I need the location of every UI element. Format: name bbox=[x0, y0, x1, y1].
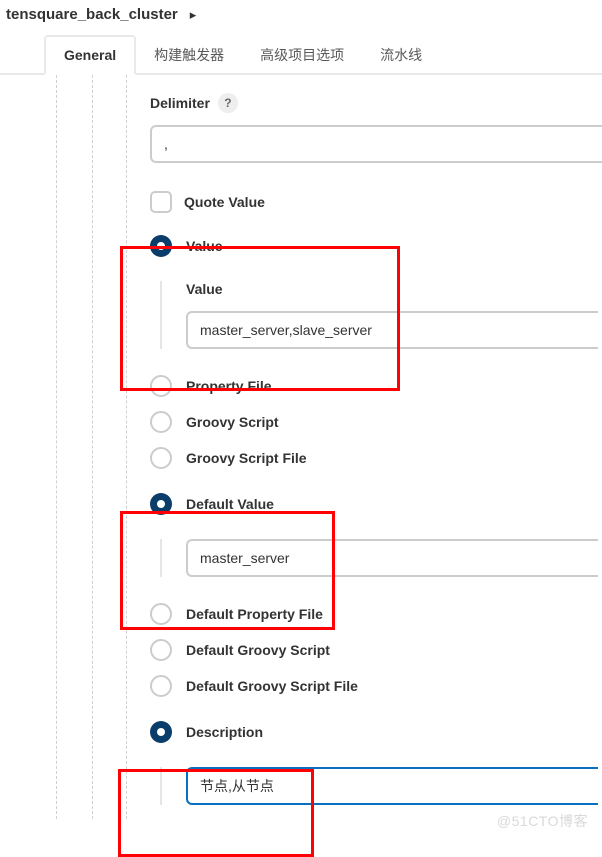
form-content: Delimiter ? Quote Value Value Value Prop… bbox=[0, 75, 602, 819]
radio-unchecked-icon[interactable] bbox=[150, 375, 172, 397]
radio-default-property-file[interactable]: Default Property File bbox=[150, 601, 602, 627]
radio-property-file[interactable]: Property File bbox=[150, 373, 602, 399]
radio-unchecked-icon[interactable] bbox=[150, 603, 172, 625]
value-input[interactable] bbox=[186, 311, 598, 349]
radio-default-groovy-script[interactable]: Default Groovy Script bbox=[150, 637, 602, 663]
delimiter-label: Delimiter bbox=[150, 95, 210, 111]
quote-value-row[interactable]: Quote Value bbox=[150, 191, 602, 213]
radio-groovy-script-file[interactable]: Groovy Script File bbox=[150, 445, 602, 471]
radio-checked-icon[interactable] bbox=[150, 493, 172, 515]
tab-general[interactable]: General bbox=[44, 35, 136, 75]
radio-value[interactable]: Value bbox=[150, 233, 602, 259]
radio-unchecked-icon[interactable] bbox=[150, 447, 172, 469]
description-nested bbox=[160, 767, 602, 805]
breadcrumb-title[interactable]: tensquare_back_cluster bbox=[6, 6, 178, 23]
config-tabs: General 构建触发器 高级项目选项 流水线 bbox=[0, 33, 602, 75]
radio-default-groovy-script-file-label: Default Groovy Script File bbox=[186, 678, 358, 694]
default-value-input[interactable] bbox=[186, 539, 598, 577]
radio-description[interactable]: Description bbox=[150, 719, 602, 745]
delimiter-label-row: Delimiter ? bbox=[150, 93, 602, 113]
chevron-right-icon: ▸ bbox=[190, 7, 197, 23]
help-icon[interactable]: ? bbox=[218, 93, 238, 113]
radio-unchecked-icon[interactable] bbox=[150, 639, 172, 661]
tab-pipeline[interactable]: 流水线 bbox=[362, 35, 440, 75]
watermark: @51CTO博客 bbox=[497, 811, 588, 831]
value-source-group: Value Value Property File Groovy Script … bbox=[150, 233, 602, 471]
description-group: Description bbox=[150, 719, 602, 819]
radio-default-groovy-script-label: Default Groovy Script bbox=[186, 642, 330, 658]
radio-default-property-file-label: Default Property File bbox=[186, 606, 323, 622]
radio-checked-icon[interactable] bbox=[150, 235, 172, 257]
tab-build-triggers[interactable]: 构建触发器 bbox=[136, 35, 242, 75]
radio-groovy-script-label: Groovy Script bbox=[186, 414, 279, 430]
tab-advanced[interactable]: 高级项目选项 bbox=[242, 35, 362, 75]
default-value-nested bbox=[160, 539, 602, 577]
breadcrumb: tensquare_back_cluster ▸ bbox=[0, 0, 602, 33]
radio-property-file-label: Property File bbox=[186, 378, 272, 394]
radio-groovy-script-file-label: Groovy Script File bbox=[186, 450, 307, 466]
radio-groovy-script[interactable]: Groovy Script bbox=[150, 409, 602, 435]
radio-default-value[interactable]: Default Value bbox=[150, 491, 602, 517]
quote-value-label: Quote Value bbox=[184, 194, 265, 210]
radio-unchecked-icon[interactable] bbox=[150, 675, 172, 697]
delimiter-input[interactable] bbox=[150, 125, 602, 163]
value-sub-label: Value bbox=[186, 281, 602, 297]
radio-default-groovy-script-file[interactable]: Default Groovy Script File bbox=[150, 673, 602, 699]
radio-unchecked-icon[interactable] bbox=[150, 411, 172, 433]
description-input[interactable] bbox=[186, 767, 598, 805]
radio-checked-icon[interactable] bbox=[150, 721, 172, 743]
value-nested: Value bbox=[160, 281, 602, 349]
checkbox-icon[interactable] bbox=[150, 191, 172, 213]
default-value-group: Default Value Default Property File Defa… bbox=[150, 491, 602, 699]
radio-value-label: Value bbox=[186, 238, 223, 254]
radio-default-value-label: Default Value bbox=[186, 496, 274, 512]
radio-description-label: Description bbox=[186, 724, 263, 740]
